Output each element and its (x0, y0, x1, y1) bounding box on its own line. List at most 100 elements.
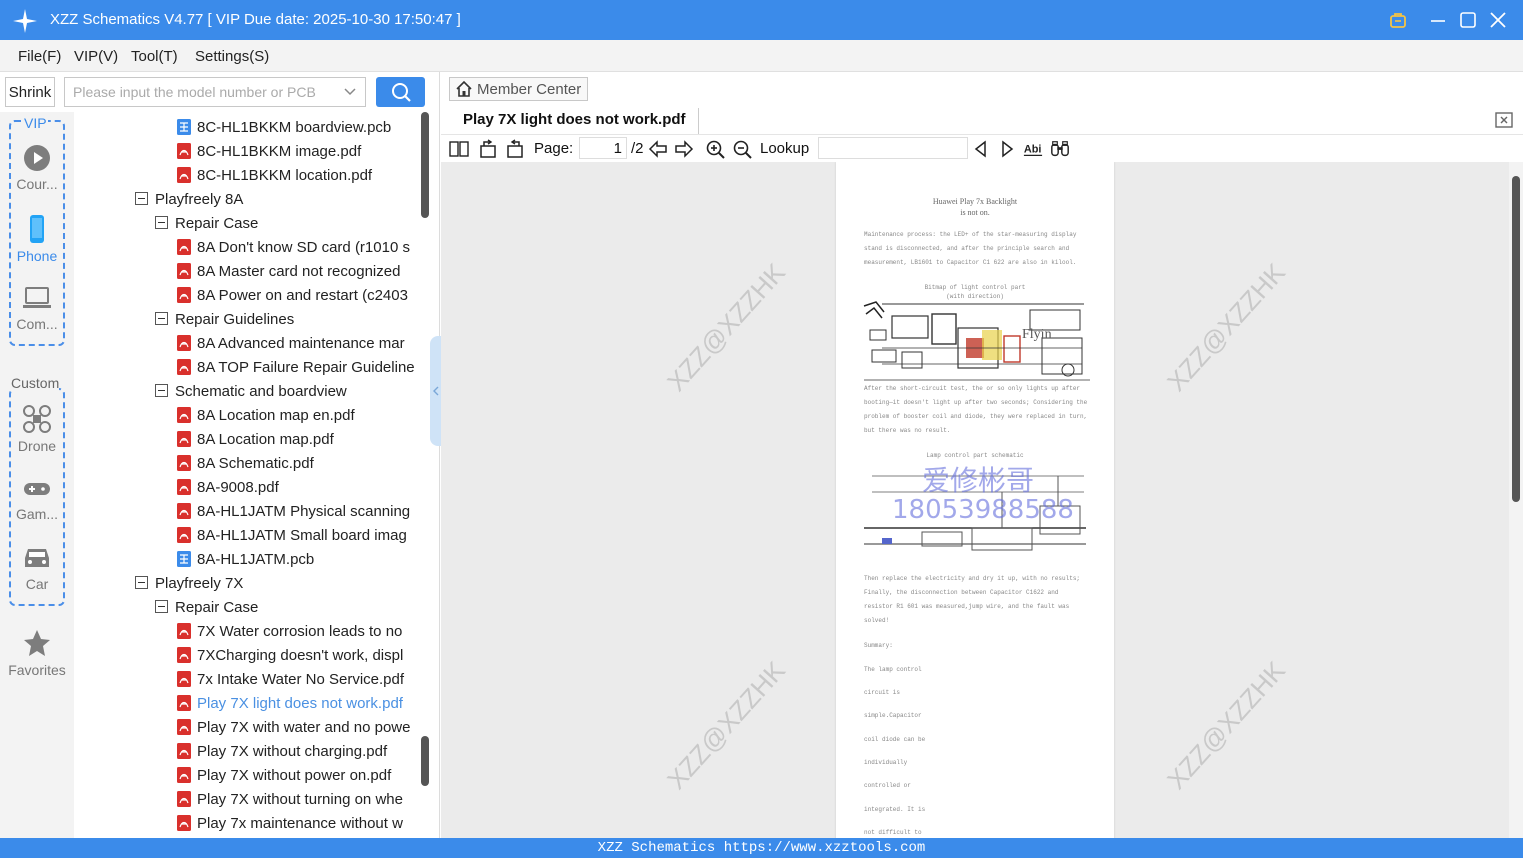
menu-file[interactable]: File(F) (18, 48, 61, 65)
tree-item-label: Play 7X without charging.pdf (197, 743, 388, 760)
collapse-toggle-icon[interactable] (155, 312, 168, 325)
tree-folder[interactable]: Schematic and boardview (155, 380, 347, 404)
tree-item-label: 8A-HL1JATM.pcb (197, 551, 315, 568)
search-button[interactable] (376, 77, 425, 107)
collapse-toggle-icon[interactable] (155, 216, 168, 229)
tree-file[interactable]: 7X Water corrosion leads to no (177, 620, 402, 644)
play-circle-icon (24, 145, 50, 171)
close-button[interactable] (1486, 8, 1510, 32)
board-bitmap-image: Flyin (862, 300, 1090, 386)
member-center-button[interactable]: Member Center (449, 77, 588, 101)
window-title: XZZ Schematics V4.77 [ VIP Due date: 202… (50, 11, 461, 28)
tree-file[interactable]: 7x Intake Water No Service.pdf (177, 668, 404, 692)
menu-tool[interactable]: Tool(T) (131, 48, 178, 65)
two-page-view-icon[interactable] (449, 139, 469, 159)
tree-file[interactable]: Play 7x maintenance without w (177, 812, 403, 836)
find-next-icon[interactable] (997, 139, 1017, 159)
tree-file[interactable]: 8A-HL1JATM Physical scanning (177, 500, 410, 524)
tree-file[interactable]: Play 7X with water and no powe (177, 716, 410, 740)
vip-bag-icon[interactable] (1386, 8, 1410, 32)
watermark: XZZ@XZZHK (661, 655, 791, 795)
close-document-icon[interactable] (1494, 110, 1514, 130)
viewer-scrollbar[interactable] (1509, 162, 1523, 838)
laptop-icon (23, 287, 51, 308)
tree-file[interactable]: 8A Power on and restart (c2403 (177, 284, 408, 308)
tree-scroll-thumb[interactable] (421, 112, 429, 218)
tree-file[interactable]: 8A-HL1JATM.pcb (177, 548, 314, 572)
category-phone[interactable]: Phone (0, 214, 74, 264)
tree-folder[interactable]: Playfreely 7X (135, 572, 243, 596)
tree-file[interactable]: 8A Schematic.pdf (177, 452, 314, 476)
category-game[interactable]: Gam... (0, 476, 74, 522)
minimize-button[interactable] (1426, 8, 1450, 32)
match-case-icon[interactable]: Abi (1023, 139, 1043, 159)
category-computer[interactable]: Com... (0, 284, 74, 332)
pdf-file-icon (177, 359, 191, 375)
pdf-summary-heading: Summary: (864, 642, 893, 649)
tree-file[interactable]: 8A-9008.pdf (177, 476, 279, 500)
maximize-button[interactable] (1456, 8, 1480, 32)
tree-item-label: Playfreely 7X (155, 575, 244, 592)
collapse-toggle-icon[interactable] (135, 192, 148, 205)
app-logo-icon (13, 9, 37, 33)
category-drone[interactable]: Drone (0, 404, 74, 454)
zoom-out-icon[interactable] (732, 139, 752, 159)
tree-item-label: Play 7x maintenance without w (197, 815, 403, 832)
tree-file[interactable]: 8A Master card not recognized (177, 260, 400, 284)
zoom-in-icon[interactable] (705, 139, 725, 159)
phone-watermark: 18053988588 (892, 495, 1074, 525)
tree-folder[interactable]: Repair Case (155, 596, 258, 620)
next-page-arrow-icon[interactable] (674, 139, 694, 159)
pcb-file-icon (177, 551, 191, 567)
tree-file[interactable]: Play 7X without turning on whe (177, 788, 403, 812)
tree-file[interactable]: 8A-HL1JATM Small board imag (177, 524, 407, 548)
category-courses[interactable]: Cour... (0, 144, 74, 192)
tree-file[interactable]: Play 7X without charging.pdf (177, 740, 387, 764)
tree-file[interactable]: Play 7X light does not work.pdf (177, 692, 403, 716)
tree-scrollbar[interactable]: ▲ (418, 112, 432, 838)
tree-file[interactable]: 8A Location map en.pdf (177, 404, 355, 428)
rotate-left-icon[interactable] (478, 139, 498, 159)
shrink-button[interactable]: Shrink (5, 77, 55, 107)
tree-item-label: Play 7X light does not work.pdf (197, 695, 403, 712)
pdf-viewer[interactable]: XZZ@XZZHK XZZ@XZZHK XZZ@XZZHK XZZ@XZZHK … (441, 162, 1523, 838)
pdf-file-icon (177, 239, 191, 255)
page-number-input[interactable] (579, 137, 627, 159)
menu-settings[interactable]: Settings(S) (195, 48, 269, 65)
collapse-toggle-icon[interactable] (155, 600, 168, 613)
previous-page-arrow-icon[interactable] (648, 139, 668, 159)
category-car[interactable]: Car (0, 544, 74, 592)
find-previous-icon[interactable] (971, 139, 991, 159)
tree-file[interactable]: 8A Location map.pdf (177, 428, 334, 452)
pdf-file-icon (177, 335, 191, 351)
tree-scroll-thumb-horizontal[interactable] (421, 736, 429, 786)
tree-file[interactable]: 8C-HL1BKKM image.pdf (177, 140, 361, 164)
tree-file[interactable]: 8A Advanced maintenance mar (177, 332, 405, 356)
tree-item-label: Repair Guidelines (175, 311, 295, 328)
tree-file[interactable]: 7XCharging doesn't work, displ (177, 644, 403, 668)
tree-item-label: Play 7X without turning on whe (197, 791, 403, 808)
binoculars-icon[interactable] (1050, 139, 1070, 159)
tree-file[interactable]: 8A Don't know SD card (r1010 s (177, 236, 410, 260)
viewer-scroll-thumb[interactable] (1512, 176, 1520, 502)
menu-vip[interactable]: VIP(V) (74, 48, 118, 65)
tree-item-label: 8A Don't know SD card (r1010 s (197, 239, 410, 256)
lookup-input[interactable] (818, 137, 968, 159)
rotate-right-icon[interactable] (505, 139, 525, 159)
model-search-input[interactable] (65, 78, 335, 106)
tree-folder[interactable]: Repair Guidelines (155, 308, 294, 332)
tree-folder[interactable]: Repair Case (155, 212, 258, 236)
tab-open-document[interactable]: Play 7X light does not work.pdf (451, 108, 699, 134)
tree-file[interactable]: Play 7X without power on.pdf (177, 764, 391, 788)
tree-file[interactable]: 8A TOP Failure Repair Guideline (177, 356, 415, 380)
collapse-toggle-icon[interactable] (135, 576, 148, 589)
chevron-down-icon[interactable] (343, 85, 357, 99)
collapse-toggle-icon[interactable] (155, 384, 168, 397)
tree-file[interactable]: 8C-HL1BKKM boardview.pcb (177, 116, 391, 140)
tree-file[interactable]: 8C-HL1BKKM location.pdf (177, 164, 372, 188)
tree-folder[interactable]: Playfreely 8A (135, 188, 243, 212)
category-favorites[interactable]: Favorites (0, 628, 74, 678)
model-search-box[interactable] (64, 77, 366, 107)
category-phone-label: Phone (16, 248, 58, 264)
page-label: Page: (534, 140, 574, 157)
